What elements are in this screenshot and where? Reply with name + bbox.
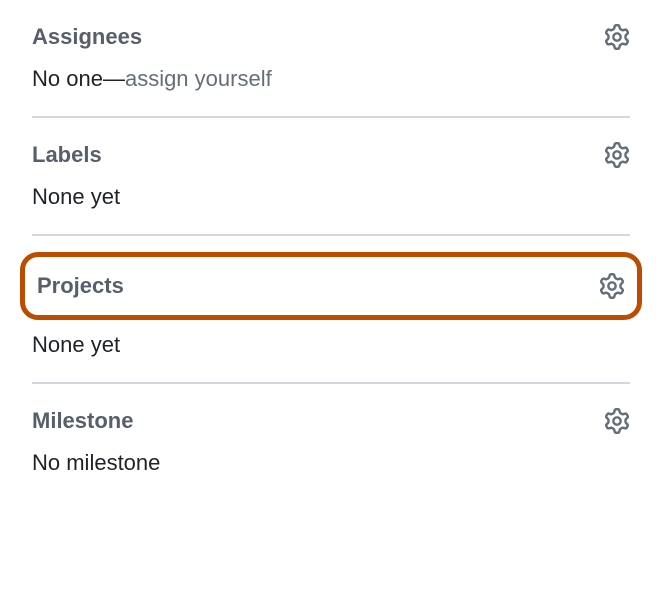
projects-header-highlighted: Projects xyxy=(20,252,642,320)
assignees-header[interactable]: Assignees xyxy=(32,24,630,50)
projects-content: None yet xyxy=(0,320,662,382)
gear-icon[interactable] xyxy=(604,24,630,50)
gear-icon[interactable] xyxy=(604,408,630,434)
assignees-content: No one—assign yourself xyxy=(32,66,630,92)
assign-yourself-link[interactable]: assign yourself xyxy=(125,66,272,91)
labels-title: Labels xyxy=(32,142,102,168)
labels-section: Labels None yet xyxy=(0,118,662,234)
milestone-content: No milestone xyxy=(32,450,630,476)
milestone-header[interactable]: Milestone xyxy=(32,408,630,434)
assignees-title: Assignees xyxy=(32,24,142,50)
projects-header[interactable]: Projects xyxy=(37,273,625,299)
milestone-title: Milestone xyxy=(32,408,133,434)
gear-icon[interactable] xyxy=(604,142,630,168)
projects-title: Projects xyxy=(37,273,124,299)
labels-content: None yet xyxy=(32,184,630,210)
milestone-section: Milestone No milestone xyxy=(0,384,662,500)
assignees-value-prefix: No one— xyxy=(32,66,125,91)
gear-icon[interactable] xyxy=(599,273,625,299)
labels-header[interactable]: Labels xyxy=(32,142,630,168)
assignees-section: Assignees No one—assign yourself xyxy=(0,0,662,116)
